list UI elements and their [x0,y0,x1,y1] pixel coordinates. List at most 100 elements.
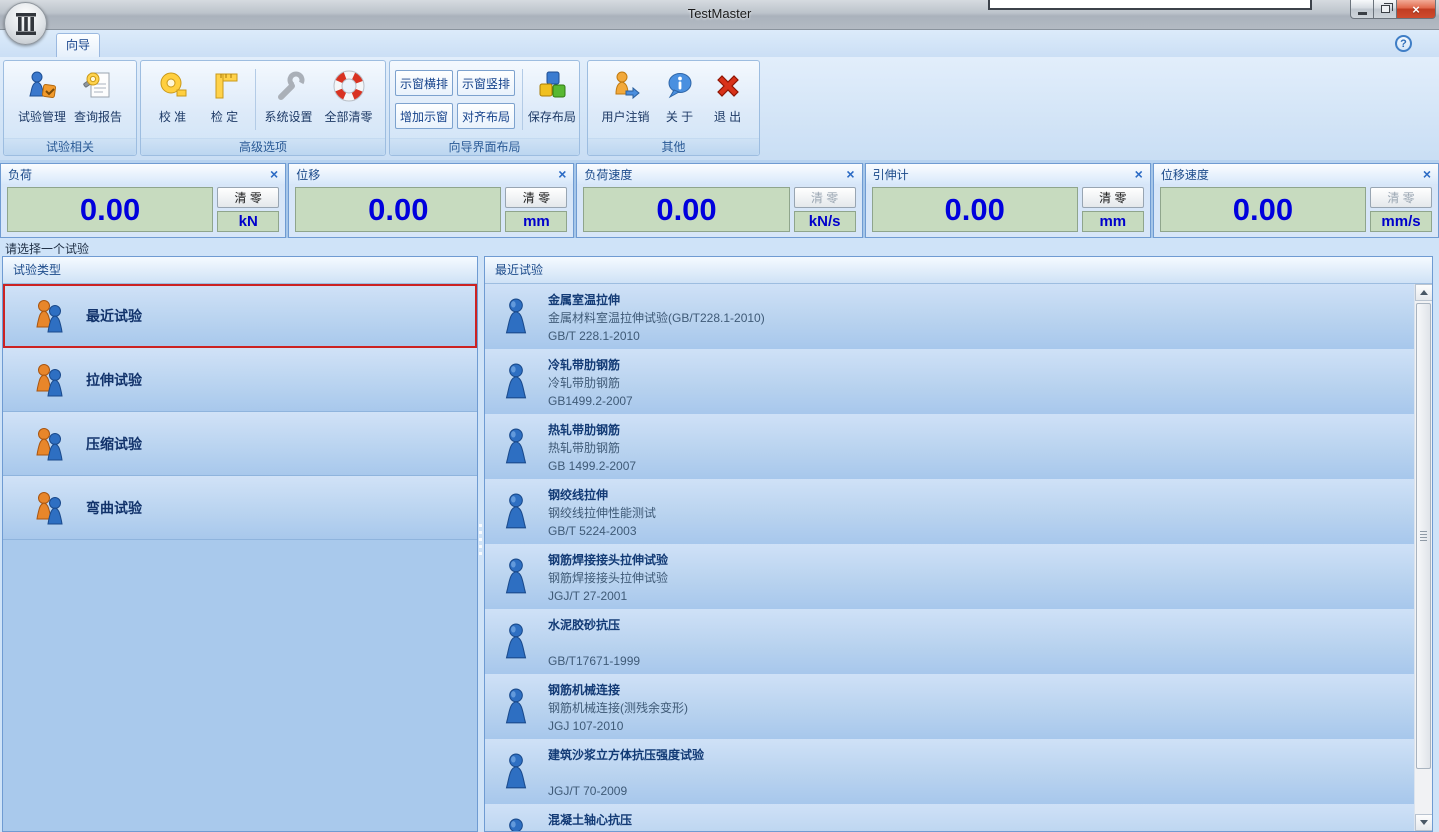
help-button[interactable]: ? [1395,35,1412,52]
meter-value: 0.00 [583,187,789,232]
group-other: 用户注销 关 于 退 出 其他 [587,60,760,156]
recent-tests-panel: 最近试验 金属室温拉伸 金属材料室温拉伸试验(GB/T228.1-2010) [484,256,1433,832]
recent-test-item[interactable]: 建筑沙浆立方体抗压强度试验 JGJ/T 70-2009 [485,739,1414,804]
window-controls: × [1351,0,1436,19]
meter-clear-button[interactable]: 清 零 [1370,187,1432,208]
recent-test-item[interactable]: 钢筋机械连接 钢筋机械连接(测残余变形) JGJ 107-2010 [485,674,1414,739]
test-type-panel: 试验类型 最近试验 拉伸试验 [2,256,478,832]
meters-row: 负荷 × 0.00 清 零 kN 位移 × 0.00 清 零 mm [0,163,1439,238]
recent-test-title: 水泥胶砂抗压 [548,616,640,634]
calibrate-icon [157,70,189,102]
system-settings-button[interactable]: 系统设置 [260,65,318,134]
scroll-down-button[interactable] [1415,814,1433,831]
meter-value: 0.00 [1160,187,1366,232]
system-settings-icon [273,70,305,102]
recent-test-item[interactable]: 钢绞线拉伸 钢绞线拉伸性能测试 GB/T 5224-2003 [485,479,1414,544]
recent-test-title: 钢筋焊接接头拉伸试验 [548,551,668,569]
meter-close-icon[interactable]: × [1135,167,1143,181]
test-pawn-icon [502,818,530,832]
test-type-label: 弯曲试验 [86,498,142,518]
test-type-item[interactable]: 拉伸试验 [3,348,477,412]
test-type-header: 试验类型 [3,257,477,284]
minimize-button[interactable] [1350,0,1374,19]
meter-title: 负荷速度 [584,166,632,183]
test-group-icon [30,296,70,336]
meter-clear-button[interactable]: 清 零 [505,187,567,208]
app-menu-button[interactable] [4,2,47,45]
about-label: 关 于 [666,108,693,125]
recent-test-subtitle [548,764,704,782]
verify-button[interactable]: 检 定 [199,65,251,134]
test-type-item[interactable]: 弯曲试验 [3,476,477,540]
vertical-scrollbar[interactable] [1414,284,1432,831]
recent-test-item[interactable]: 混凝土轴心抗压 [485,804,1414,831]
close-icon: × [1412,3,1420,16]
recent-test-item[interactable]: 热轧带肋钢筋 热轧带肋钢筋 GB 1499.2-2007 [485,414,1414,479]
meter-panel: 负荷速度 × 0.00 清 零 kN/s [576,163,862,238]
recent-test-item[interactable]: 金属室温拉伸 金属材料室温拉伸试验(GB/T228.1-2010) GB/T 2… [485,284,1414,349]
test-group-icon [30,488,70,528]
recent-test-subtitle: 金属材料室温拉伸试验(GB/T228.1-2010) [548,309,765,327]
clear-all-label: 全部清零 [324,108,372,125]
recent-test-standard: JGJ/T 27-2001 [548,587,668,605]
test-group-icon [30,424,70,464]
recent-tests-header: 最近试验 [485,257,1432,284]
save-layout-label: 保存布局 [528,108,576,125]
test-manage-button[interactable]: 试验管理 [14,65,70,134]
test-type-item[interactable]: 压缩试验 [3,412,477,476]
add-window-button[interactable]: 增加示窗 [395,103,453,129]
test-manage-label: 试验管理 [18,108,66,125]
align-layout-button[interactable]: 对齐布局 [457,103,515,129]
query-report-button[interactable]: 查询报告 [70,65,126,134]
restore-icon [1381,5,1390,13]
meter-value: 0.00 [295,187,501,232]
meter-clear-button[interactable]: 清 零 [217,187,279,208]
recent-test-standard: GB 1499.2-2007 [548,457,636,475]
meter-close-icon[interactable]: × [270,167,278,181]
meter-unit: mm [505,211,567,232]
windows-vertical-button[interactable]: 示窗竖排 [457,70,515,96]
clear-all-button[interactable]: 全部清零 [318,65,380,134]
meter-clear-button[interactable]: 清 零 [1082,187,1144,208]
group-label-other: 其他 [588,138,759,155]
calibrate-button[interactable]: 校 准 [147,65,199,134]
recent-test-standard: GB/T17671-1999 [548,652,640,670]
about-button[interactable]: 关 于 [656,65,704,134]
meter-close-icon[interactable]: × [558,167,566,181]
user-logout-button[interactable]: 用户注销 [596,65,656,134]
recent-test-standard: GB/T 5224-2003 [548,522,656,540]
save-layout-button[interactable]: 保存布局 [527,65,577,134]
close-button[interactable]: × [1396,0,1436,19]
restore-button[interactable] [1373,0,1397,19]
meter-panel: 引伸计 × 0.00 清 零 mm [865,163,1151,238]
meter-value: 0.00 [872,187,1078,232]
meter-close-icon[interactable]: × [846,167,854,181]
recent-test-item[interactable]: 冷轧带肋钢筋 冷轧带肋钢筋 GB1499.2-2007 [485,349,1414,414]
recent-test-subtitle: 钢筋机械连接(测残余变形) [548,699,688,717]
meter-unit: mm [1082,211,1144,232]
recent-test-subtitle [548,829,632,831]
scroll-down-icon [1420,820,1428,825]
test-group-icon [30,360,70,400]
recent-test-subtitle: 钢筋焊接接头拉伸试验 [548,569,668,587]
meter-clear-button[interactable]: 清 零 [794,187,856,208]
recent-test-standard: GB1499.2-2007 [548,392,633,410]
select-test-prompt: 请选择一个试验 [5,240,89,257]
test-pawn-icon [502,298,530,336]
recent-test-item[interactable]: 钢筋焊接接头拉伸试验 钢筋焊接接头拉伸试验 JGJ/T 27-2001 [485,544,1414,609]
group-separator [255,69,256,130]
windows-horizontal-button[interactable]: 示窗横排 [395,70,453,96]
meter-title: 位移 [296,166,320,183]
test-type-item[interactable]: 最近试验 [3,284,477,348]
exit-button[interactable]: 退 出 [704,65,752,134]
scrollbar-thumb[interactable] [1416,303,1431,769]
tab-wizard[interactable]: 向导 [56,33,100,57]
meter-close-icon[interactable]: × [1423,167,1431,181]
foreign-window-edge [988,0,1312,10]
scroll-up-button[interactable] [1415,284,1433,301]
recent-test-item[interactable]: 水泥胶砂抗压 GB/T17671-1999 [485,609,1414,674]
recent-test-subtitle: 热轧带肋钢筋 [548,439,636,457]
meter-title: 位移速度 [1161,166,1209,183]
recent-test-title: 钢绞线拉伸 [548,486,656,504]
splitter-grip-icon [479,524,482,558]
